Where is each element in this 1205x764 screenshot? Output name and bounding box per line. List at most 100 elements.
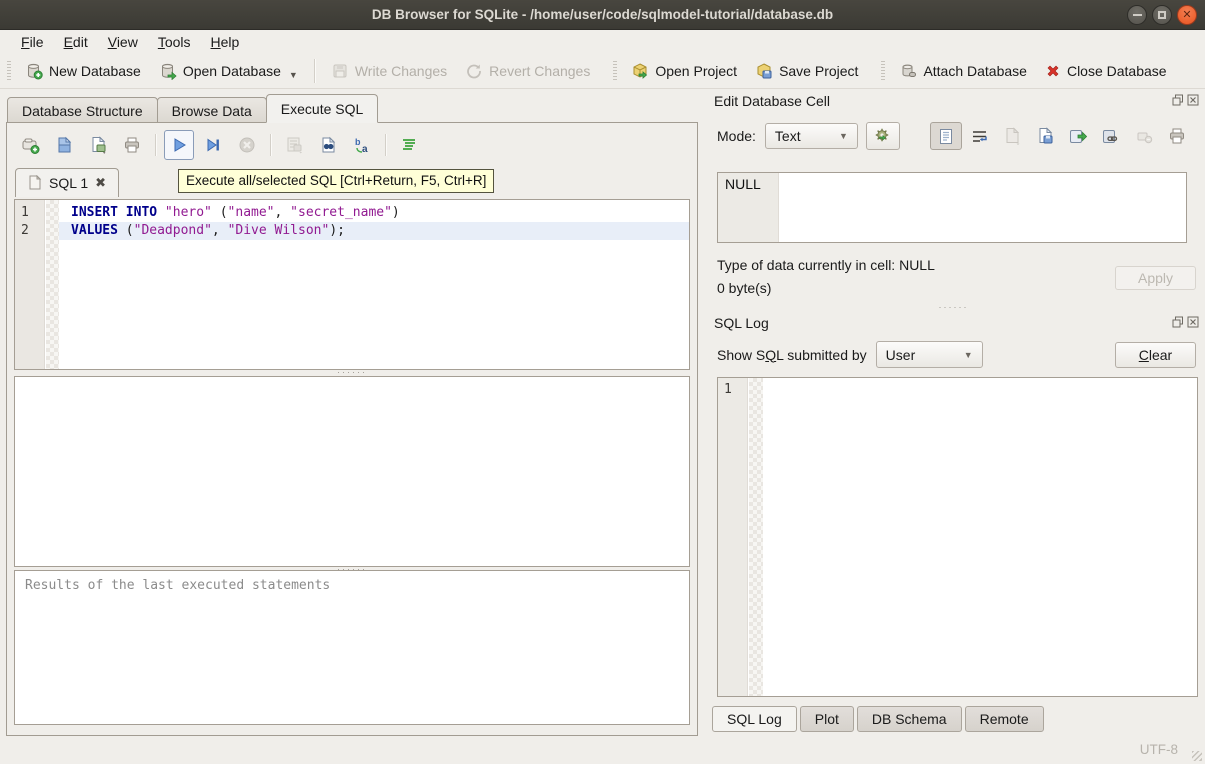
remove-icon: [1136, 128, 1153, 145]
import-file-icon: [1004, 127, 1021, 145]
tab-remote[interactable]: Remote: [965, 706, 1044, 732]
minimize-button[interactable]: [1127, 5, 1147, 25]
dock-splitter[interactable]: ······: [702, 305, 1205, 311]
attach-database-icon: [899, 62, 917, 80]
sql-log-view[interactable]: 1: [717, 377, 1198, 697]
new-database-button[interactable]: New Database: [16, 58, 150, 84]
chevron-down-icon: ▼: [964, 350, 973, 360]
save-sql-file-button[interactable]: [83, 130, 113, 160]
toolbar-drag-handle[interactable]: [881, 61, 885, 81]
open-database-button[interactable]: Open Database ▼: [150, 58, 307, 84]
close-database-button[interactable]: Close Database: [1036, 59, 1176, 83]
menu-help[interactable]: Help: [201, 32, 250, 52]
close-panel-icon[interactable]: [1187, 316, 1199, 328]
open-sql-file-button[interactable]: [49, 130, 79, 160]
write-changes-button: Write Changes: [322, 58, 456, 84]
find-in-sql-button[interactable]: [313, 130, 343, 160]
float-panel-icon[interactable]: [1172, 316, 1184, 328]
tab-database-structure[interactable]: Database Structure: [7, 97, 158, 123]
word-wrap-icon: [971, 128, 988, 145]
results-placeholder-text: Results of the last executed statements: [15, 571, 689, 600]
status-bar: UTF-8: [0, 735, 1205, 764]
clear-log-button[interactable]: Clear: [1115, 342, 1196, 368]
cell-mode-row: Mode: Text ▼: [717, 122, 900, 150]
write-changes-icon: [331, 62, 349, 80]
format-sql-button[interactable]: [394, 130, 424, 160]
execute-line-button[interactable]: [198, 130, 228, 160]
menu-view[interactable]: View: [98, 32, 148, 52]
save-results-icon: [285, 136, 304, 155]
menu-file[interactable]: File: [11, 32, 54, 52]
bottom-tab-bar: SQL Log Plot DB Schema Remote: [712, 706, 1044, 732]
close-database-icon: [1045, 63, 1061, 79]
word-wrap-button[interactable]: [963, 122, 995, 150]
text-mode-button[interactable]: [930, 122, 962, 150]
line-number: 2: [15, 222, 44, 240]
edit-cell-dock-buttons: [1172, 94, 1199, 106]
log-source-combobox[interactable]: User ▼: [876, 341, 983, 368]
menu-tools[interactable]: Tools: [148, 32, 201, 52]
attach-database-button[interactable]: Attach Database: [890, 58, 1036, 84]
save-results-button: [279, 130, 309, 160]
tab-db-schema[interactable]: DB Schema: [857, 706, 962, 732]
tab-execute-sql[interactable]: Execute SQL: [266, 94, 379, 123]
export-cell-data-button[interactable]: [1029, 122, 1061, 150]
tab-sql-log[interactable]: SQL Log: [712, 706, 797, 732]
apply-button: Apply: [1115, 266, 1196, 290]
editor-code-area[interactable]: INSERT INTO "hero" ("name", "secret_name…: [59, 200, 689, 369]
execute-tooltip: Execute all/selected SQL [Ctrl+Return, F…: [178, 169, 494, 193]
side-panel: Edit Database Cell Mode: Text ▼: [702, 89, 1205, 735]
print-sql-button[interactable]: [117, 130, 147, 160]
sql-editor[interactable]: 1 2 INSERT INTO "hero" ("name", "secret_…: [14, 199, 690, 370]
toolbar-drag-handle[interactable]: [7, 61, 11, 81]
new-database-icon: [25, 62, 43, 80]
cell-size-info: 0 byte(s): [717, 280, 771, 296]
open-sql-file-icon: [55, 136, 73, 154]
resize-grip[interactable]: [1192, 751, 1202, 761]
open-database-dropdown-caret[interactable]: ▼: [289, 70, 298, 80]
code-line-1: INSERT INTO "hero" ("name", "secret_name…: [59, 204, 689, 222]
export-arrow-icon: [1069, 128, 1087, 145]
cell-value-editor[interactable]: NULL: [717, 172, 1187, 243]
replace-icon: ba: [353, 136, 372, 155]
gear-arrow-icon: [874, 127, 892, 145]
float-panel-icon[interactable]: [1172, 94, 1184, 106]
open-in-external-button[interactable]: [1062, 122, 1094, 150]
sql-log-title: SQL Log: [714, 315, 769, 331]
print-cell-button[interactable]: [1161, 122, 1193, 150]
title-bar: DB Browser for SQLite - /home/user/code/…: [0, 0, 1205, 30]
import-cell-data-button: [996, 122, 1028, 150]
tab-browse-data[interactable]: Browse Data: [157, 97, 267, 123]
cell-type-info: Type of data currently in cell: NULL: [717, 257, 935, 273]
main-tab-bar: Database Structure Browse Data Execute S…: [7, 95, 377, 123]
cell-editor-toolbar: [930, 122, 1193, 150]
close-button[interactable]: ✕: [1177, 5, 1197, 25]
link-icon: [1102, 128, 1120, 145]
close-panel-icon[interactable]: [1187, 94, 1199, 106]
open-project-button[interactable]: Open Project: [622, 58, 746, 84]
new-sql-tab-icon: [21, 136, 40, 155]
execute-all-button[interactable]: [164, 130, 194, 160]
sql-log-dock-buttons: [1172, 316, 1199, 328]
log-folding-margin: [749, 378, 763, 696]
format-sql-icon: [400, 136, 418, 154]
save-project-button[interactable]: Save Project: [746, 58, 867, 84]
maximize-button[interactable]: [1152, 5, 1172, 25]
sql-document-tab[interactable]: SQL 1 ✖: [15, 168, 119, 197]
menu-edit[interactable]: Edit: [54, 32, 98, 52]
replace-in-sql-button[interactable]: ba: [347, 130, 377, 160]
set-null-button: [1128, 122, 1160, 150]
auto-switch-mode-button[interactable]: [866, 122, 900, 150]
copy-link-button[interactable]: [1095, 122, 1127, 150]
mode-combobox[interactable]: Text ▼: [765, 123, 858, 149]
new-sql-tab-button[interactable]: [15, 130, 45, 160]
tab-plot[interactable]: Plot: [800, 706, 854, 732]
save-project-icon: [755, 62, 773, 80]
toolbar-drag-handle[interactable]: [613, 61, 617, 81]
window-controls: ✕: [1127, 5, 1197, 25]
svg-text:a: a: [362, 144, 368, 155]
save-file-icon: [1037, 127, 1054, 145]
execute-sql-pane: ba SQL 1 ✖ 1 2: [6, 122, 698, 736]
editor-folding-margin: [46, 200, 59, 369]
sql-tab-close-icon[interactable]: ✖: [95, 175, 106, 191]
